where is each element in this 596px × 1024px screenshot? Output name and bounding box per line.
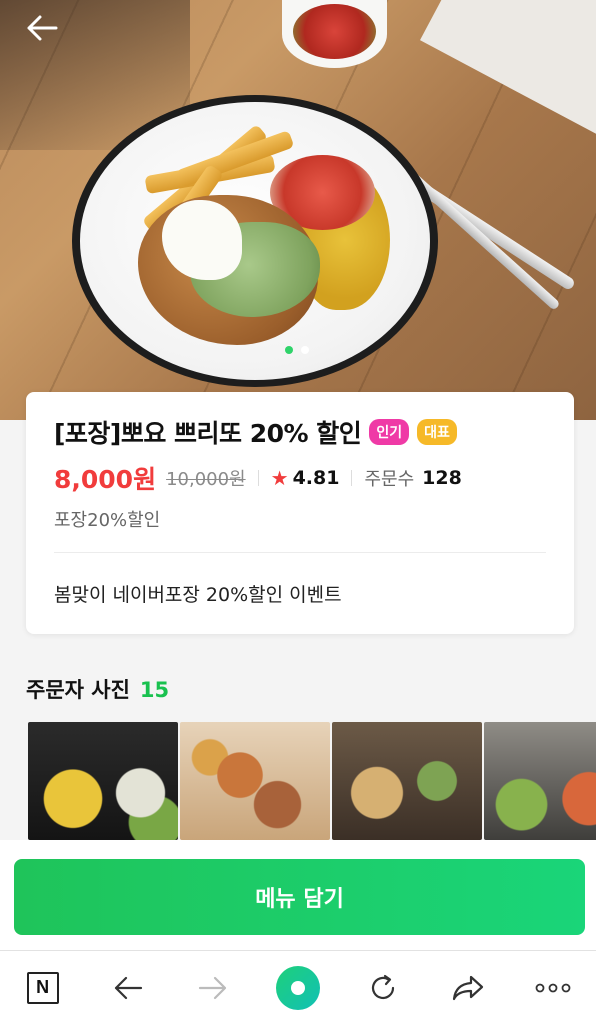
browser-back-button[interactable] [85,951,170,1024]
price-row: 8,000원 10,000원 ★ 4.81 주문수 128 [54,460,462,496]
customer-photo[interactable] [484,722,596,840]
product-info-card: [포장]뽀요 쁘리또 20% 할인 인기 대표 8,000원 10,000원 ★… [26,392,574,634]
order-count-label: 주문수 [364,469,415,490]
product-title: [포장]뽀요 쁘리또 20% 할인 [54,419,362,448]
customer-photos-header: 주문자 사진 15 [26,674,169,704]
customer-photo[interactable] [28,722,178,840]
back-arrow-icon [114,976,142,999]
card-divider [54,552,546,553]
slide-dot-active[interactable] [285,346,293,354]
naver-n-icon: N [26,971,59,1004]
salsa-bowl-content [293,4,376,59]
rating-value: 4.81 [292,467,340,489]
customer-photos-title: 주문자 사진 [26,678,130,702]
naver-home-button[interactable]: N [0,951,85,1024]
divider [257,470,259,486]
sale-price: 8,000원 [54,465,157,494]
cart-bar: 메뉴 담기 [0,840,596,950]
divider [351,470,353,486]
hero-image[interactable] [0,0,596,420]
customer-photo-strip[interactable] [28,722,596,840]
browser-toolbar: N [0,950,596,1024]
arrow-left-icon [27,15,58,41]
customer-photo[interactable] [332,722,482,840]
badge-signature: 대표 [417,419,457,445]
browser-home-button[interactable] [255,951,340,1024]
more-button[interactable] [511,951,596,1024]
refresh-button[interactable] [341,951,426,1024]
share-icon [453,975,484,1000]
slide-indicator [285,346,309,354]
slide-dot[interactable] [301,346,309,354]
back-button[interactable] [22,10,62,46]
home-icon [275,965,320,1010]
original-price: 10,000원 [166,469,246,490]
title-row: [포장]뽀요 쁘리또 20% 할인 인기 대표 [54,414,457,450]
share-button[interactable] [426,951,511,1024]
refresh-icon [372,974,395,999]
badge-popular: 인기 [369,419,410,445]
star-icon: ★ [270,466,289,490]
product-description: 봄맞이 네이버포장 20%할인 이벤트 [54,584,342,606]
order-count-value: 128 [422,467,462,489]
customer-photo[interactable] [180,722,330,840]
product-subtitle: 포장20%할인 [54,510,161,531]
add-to-cart-button[interactable]: 메뉴 담기 [14,859,585,935]
more-icon [536,983,571,992]
customer-photos-count: 15 [139,678,170,702]
browser-forward-button[interactable] [170,951,255,1024]
forward-arrow-icon [198,976,226,999]
